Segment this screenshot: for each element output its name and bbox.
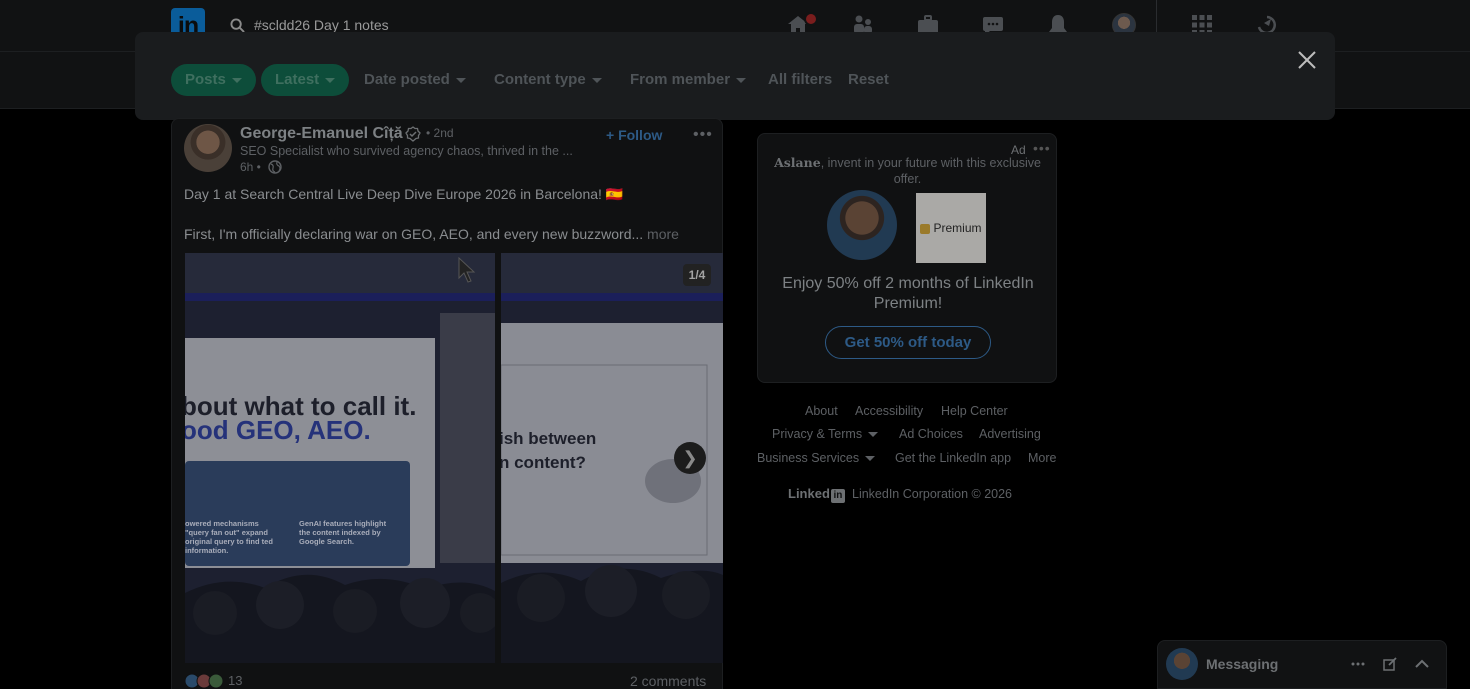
footer-privacy-terms[interactable]: Privacy & Terms (772, 427, 879, 441)
reset-button[interactable]: Reset (834, 64, 903, 96)
slide1-box-left: owered mechanisms "query fan out" expand… (185, 519, 273, 555)
author-name[interactable]: George-Emanuel Cîță (240, 125, 403, 143)
post-image-1[interactable]: bout what to call it. ood GEO, AEO. ower… (185, 253, 495, 663)
image-counter: 1/4 (683, 264, 711, 286)
messaging-bar[interactable] (1157, 640, 1447, 689)
post-text-line1: Day 1 at Search Central Live Deep Dive E… (184, 186, 624, 202)
ad-more-icon[interactable]: ••• (1033, 140, 1051, 156)
footer-advertising[interactable]: Advertising (979, 427, 1041, 441)
chevron-up-icon[interactable] (1414, 656, 1430, 672)
slide2-line2: n content? (501, 453, 586, 472)
slide2-line1: ish between (501, 429, 597, 448)
footer-ad-choices[interactable]: Ad Choices (899, 427, 963, 441)
comments-count[interactable]: 2 comments (630, 673, 706, 689)
filter-content-type[interactable]: Content type (480, 64, 616, 96)
author-headline: SEO Specialist who survived agency chaos… (240, 144, 573, 158)
premium-logo: Premium (916, 193, 986, 263)
footer-accessibility[interactable]: Accessibility (855, 404, 923, 418)
footer-get-app[interactable]: Get the LinkedIn app (895, 451, 1011, 465)
ad-cta-button[interactable]: Get 50% off today (825, 326, 991, 359)
author-avatar[interactable] (184, 124, 232, 172)
messaging-more-icon[interactable] (1350, 656, 1366, 672)
notification-badge (804, 12, 818, 26)
ad-intro-text: Aslane, invent in your future with this … (774, 155, 1041, 186)
post-more-icon[interactable]: ••• (693, 126, 713, 144)
slide1-box-right: GenAI features highlight the content ind… (299, 519, 387, 546)
footer-copyright: LinkedIn Corporation © 2026 (852, 487, 1013, 501)
all-filters-button[interactable]: All filters (754, 64, 846, 96)
search-input[interactable]: #scldd26 Day 1 notes (254, 17, 389, 33)
filter-latest[interactable]: Latest (261, 64, 350, 96)
footer-business-services[interactable]: Business Services (757, 451, 876, 465)
see-more-link[interactable]: more (647, 226, 679, 242)
search-icon (230, 18, 245, 33)
ad-recipient-name: Aslane (774, 155, 821, 170)
ad-headline: Enjoy 50% off 2 months of LinkedIn Premi… (782, 275, 1034, 312)
footer-linkedin-logo: Linked in (788, 486, 845, 503)
slide1-subheadline: ood GEO, AEO. (185, 415, 371, 445)
post-text-line2: First, I'm officially declaring war on G… (184, 226, 679, 242)
compose-icon[interactable] (1382, 656, 1398, 672)
filter-date-posted[interactable]: Date posted (350, 64, 480, 96)
globe-icon (268, 160, 282, 174)
reaction-count[interactable]: 13 (228, 673, 242, 688)
ad-user-avatar (827, 190, 897, 260)
filter-from-member[interactable]: From member (616, 64, 760, 96)
post-time: 6h • (240, 160, 261, 174)
verified-icon (405, 126, 421, 142)
next-image-button[interactable]: ❯ (674, 442, 706, 474)
mouse-cursor-icon (458, 256, 476, 283)
messaging-title[interactable]: Messaging (1206, 656, 1278, 672)
footer-help-center[interactable]: Help Center (941, 404, 1008, 418)
filter-posts[interactable]: Posts (171, 64, 256, 96)
footer-more[interactable]: More (1028, 451, 1056, 465)
connection-degree: • 2nd (426, 126, 454, 140)
footer-about[interactable]: About (805, 404, 838, 418)
messaging-avatar (1166, 648, 1198, 680)
reactions-icon[interactable] (184, 673, 226, 689)
close-icon[interactable] (1296, 49, 1318, 71)
follow-button[interactable]: + Follow (606, 127, 662, 143)
